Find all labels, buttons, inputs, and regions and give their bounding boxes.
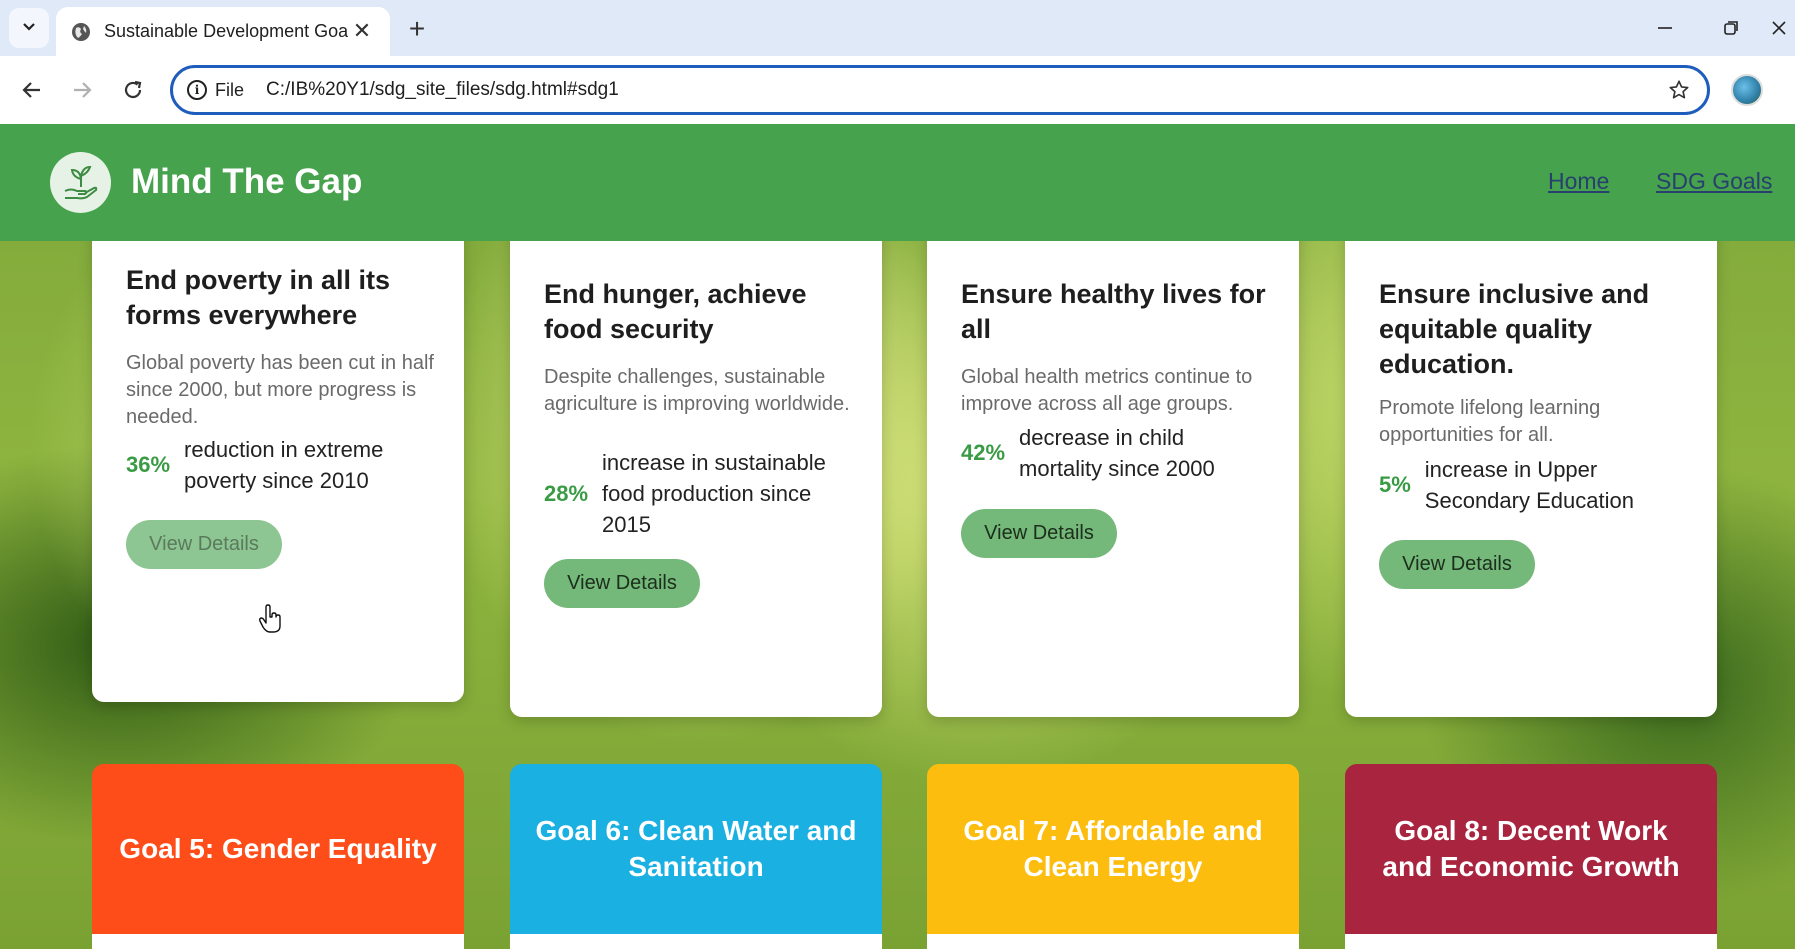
goal-7-card[interactable]: Goal 7: Affordable and Clean Energy <box>927 764 1299 949</box>
browser-tab-active[interactable]: Sustainable Development Goals ✕ <box>56 7 390 56</box>
goal-8-card[interactable]: Goal 8: Decent Work and Economic Growth <box>1345 764 1717 949</box>
browser-toolbar: i File C:/IB%20Y1/sdg_site_files/sdg.htm… <box>0 56 1795 124</box>
stat-value: 36% <box>126 452 171 477</box>
stat-text: increase in Upper Secondary Education <box>1424 457 1634 513</box>
profile-avatar[interactable] <box>1731 74 1763 106</box>
goal-title: Goal 7: Affordable and Clean Energy <box>927 764 1299 934</box>
goal-card-3: Ensure healthy lives for all Global heal… <box>927 207 1299 717</box>
address-bar[interactable]: i File C:/IB%20Y1/sdg_site_files/sdg.htm… <box>170 65 1710 115</box>
card-stat: 28% increase in sustainable food product… <box>544 447 842 540</box>
goal-card-4: Ensure inclusive and equitable quality e… <box>1345 207 1717 717</box>
reload-icon[interactable] <box>113 70 153 110</box>
view-details-button[interactable]: View Details <box>126 520 282 569</box>
bookmark-star-icon[interactable] <box>1659 70 1699 110</box>
chevron-down-icon <box>21 18 37 38</box>
view-details-button[interactable]: View Details <box>544 559 700 608</box>
goal-card-body <box>927 934 1299 949</box>
new-tab-button[interactable]: + <box>400 12 434 46</box>
goal-5-card[interactable]: Goal 5: Gender Equality <box>92 764 464 949</box>
nav-home-link[interactable]: Home <box>1548 168 1609 195</box>
card-description: Despite challenges, sustainable agricult… <box>544 366 850 415</box>
card-title: End hunger, achieve food security <box>544 279 807 344</box>
card-title: End poverty in all its forms everywhere <box>126 265 391 330</box>
card-stat: 5% increase in Upper Secondary Education <box>1379 454 1665 516</box>
goal-card-2: End hunger, achieve food security Despit… <box>510 207 882 717</box>
view-details-button[interactable]: View Details <box>961 509 1117 558</box>
site-brand[interactable]: Mind The Gap <box>131 162 362 202</box>
info-icon: i <box>187 80 207 100</box>
stat-value: 5% <box>1379 472 1411 497</box>
goal-6-card[interactable]: Goal 6: Clean Water and Sanitation <box>510 764 882 949</box>
minimize-icon[interactable] <box>1645 10 1685 46</box>
url-text[interactable]: C:/IB%20Y1/sdg_site_files/sdg.html#sdg1 <box>266 79 1659 101</box>
goal-card-body <box>510 934 882 949</box>
card-description: Global poverty has been cut in half sinc… <box>126 352 434 428</box>
back-arrow-icon[interactable] <box>12 70 52 110</box>
goal-card-body <box>1345 934 1717 949</box>
page-viewport: End poverty in all its forms everywhere … <box>0 124 1795 949</box>
site-info-label: File <box>215 79 245 100</box>
sprout-hand-logo-icon[interactable] <box>50 152 111 213</box>
restore-icon[interactable] <box>1711 10 1751 46</box>
stat-text: decrease in child mortality since 2000 <box>1019 425 1215 481</box>
close-tab-icon[interactable]: ✕ <box>348 18 376 46</box>
tab-search-button[interactable] <box>9 8 49 48</box>
stat-value: 42% <box>961 440 1006 465</box>
card-title: Ensure healthy lives for all <box>961 279 1266 344</box>
card-stat: 36% reduction in extreme poverty since 2… <box>126 434 424 496</box>
stat-value: 28% <box>544 480 589 506</box>
tab-title: Sustainable Development Goals <box>104 21 348 41</box>
view-details-button[interactable]: View Details <box>1379 540 1535 589</box>
browser-tab-strip: Sustainable Development Goals ✕ + <box>0 0 1795 56</box>
goal-title: Goal 6: Clean Water and Sanitation <box>510 764 882 934</box>
card-title: Ensure inclusive and equitable quality e… <box>1379 279 1650 379</box>
site-info-button[interactable]: i File <box>187 80 244 101</box>
goal-title: Goal 8: Decent Work and Economic Growth <box>1345 764 1717 934</box>
goal-card-body <box>92 934 464 949</box>
nav-sdg-goals-link[interactable]: SDG Goals <box>1656 168 1772 195</box>
stat-text: increase in sustainable food production … <box>602 450 826 537</box>
globe-icon <box>70 21 92 43</box>
card-stat: 42% decrease in child mortality since 20… <box>961 422 1259 484</box>
card-description: Global health metrics continue to improv… <box>961 366 1253 415</box>
stat-text: reduction in extreme poverty since 2010 <box>184 437 384 493</box>
hand-cursor-icon <box>258 604 284 638</box>
forward-arrow-icon[interactable] <box>62 70 102 110</box>
goal-title: Goal 5: Gender Equality <box>92 764 464 934</box>
card-description: Promote lifelong learning opportunities … <box>1379 397 1601 446</box>
site-header: Mind The Gap Home SDG Goals <box>0 124 1795 241</box>
close-window-icon[interactable] <box>1770 10 1795 46</box>
